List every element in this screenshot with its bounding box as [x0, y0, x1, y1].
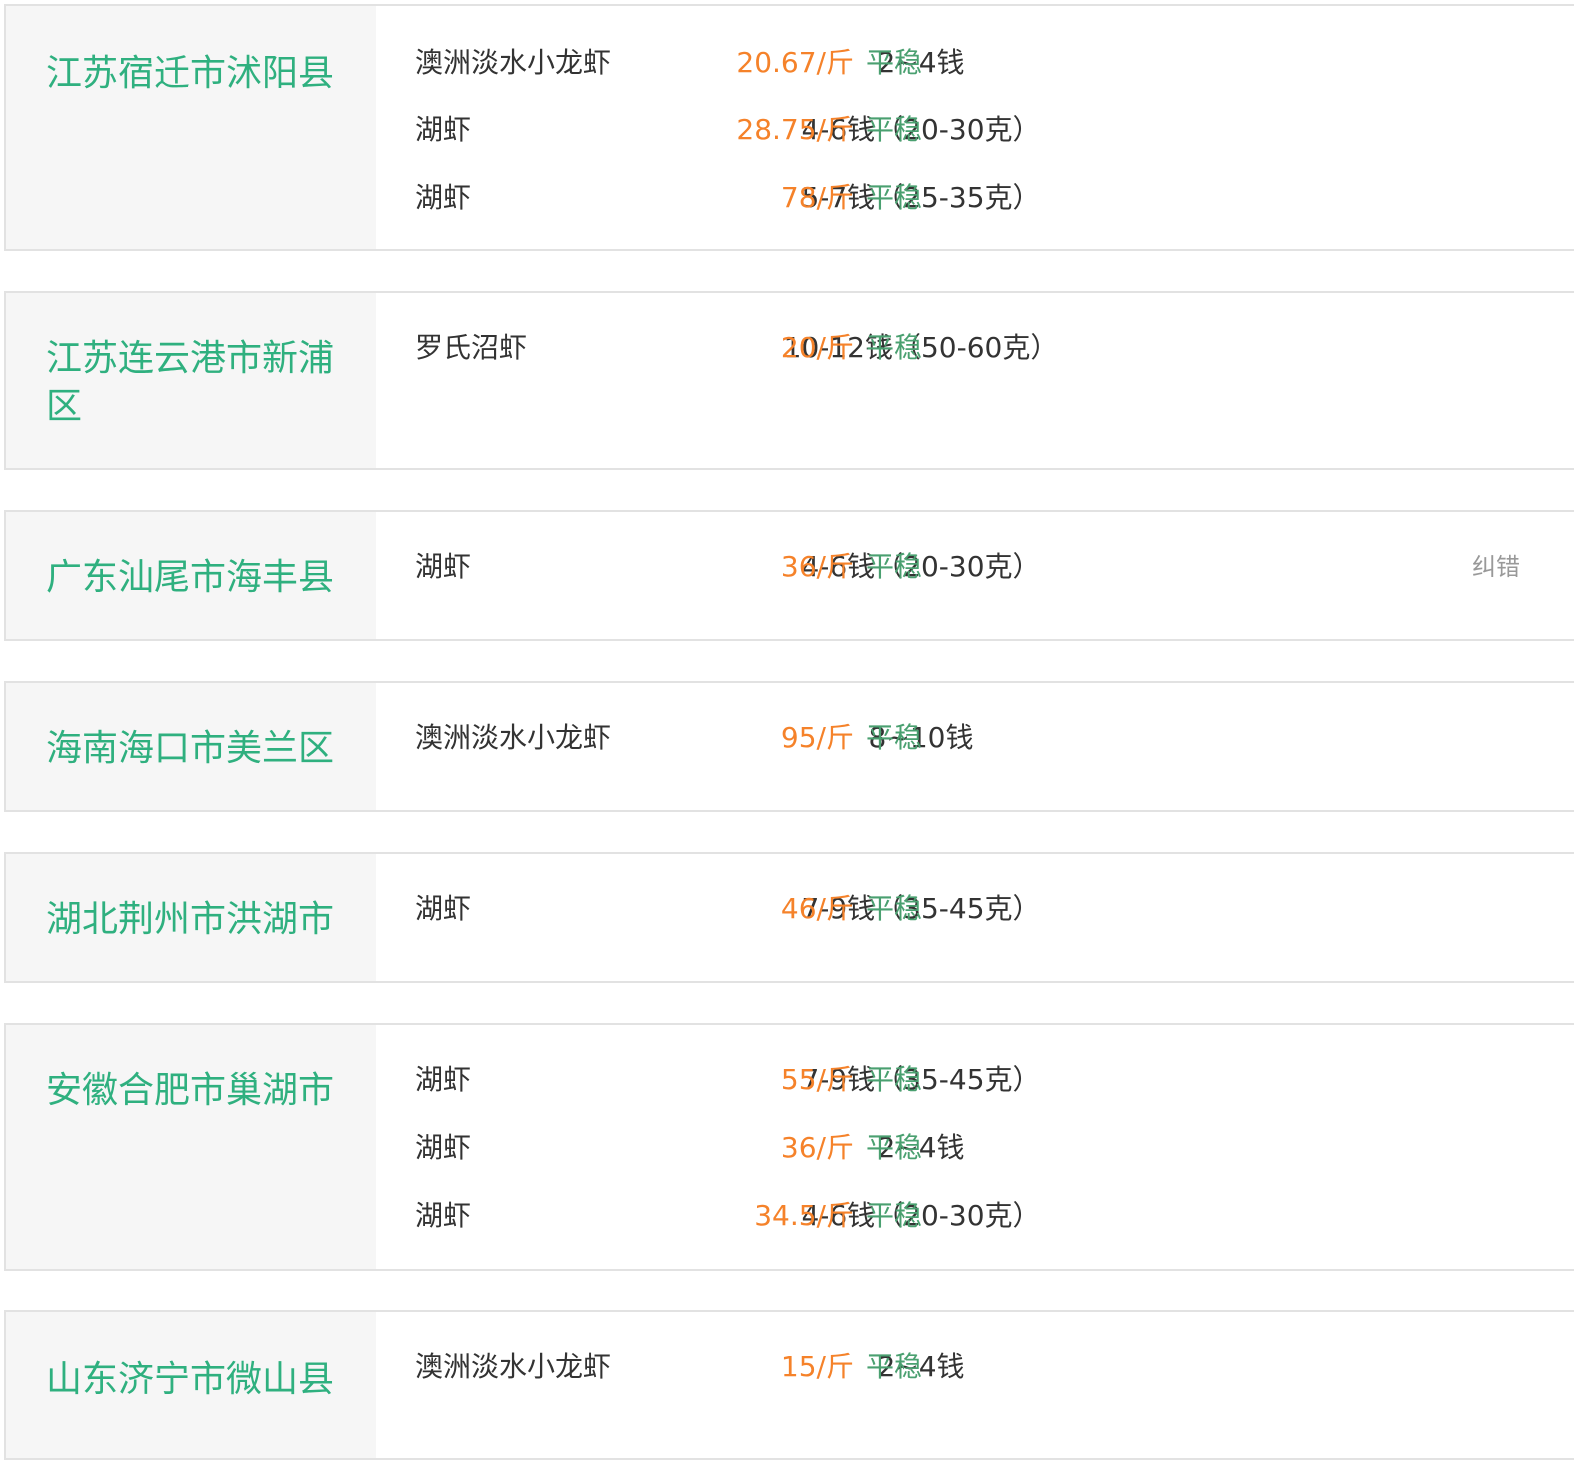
shrimp-type: 澳洲淡水小龙虾 [415, 721, 612, 754]
shrimp-type: 湖虾 [415, 892, 472, 925]
price-row: 湖虾 5-7钱（25-35克） 78/斤 平稳 [376, 178, 1574, 218]
price-row: 湖虾 4-6钱（20-30克） 34.5/斤 平稳 [376, 1196, 1574, 1236]
price-card: 江苏宿迁市沭阳县 澳洲淡水小龙虾 2~4钱 20.67/斤 平稳 湖虾 4-6钱（… [4, 4, 1574, 251]
price-card: 江苏连云港市新浦区 罗氏沼虾 10-12钱（50-60克） 20/斤 平稳 [4, 291, 1574, 470]
shrimp-type: 湖虾 [415, 1063, 472, 1096]
price-card: 湖北荆州市洪湖市 湖虾 7-9钱（35-45克） 46/斤 平稳 [4, 852, 1574, 983]
price-row: 澳洲淡水小龙虾 2~4钱 15/斤 平稳 [376, 1347, 1574, 1387]
trend-label: 平稳 [865, 331, 922, 364]
price-card: 安徽合肥市巢湖市 湖虾 7-9钱（35-45克） 55/斤 平稳 湖虾 2~4钱 … [4, 1023, 1574, 1271]
price-card: 山东济宁市微山县 澳洲淡水小龙虾 2~4钱 15/斤 平稳 [4, 1310, 1574, 1460]
price-value: 20/斤 [780, 331, 854, 364]
price-value: 15/斤 [780, 1350, 854, 1383]
price-row: 澳洲淡水小龙虾 8~10钱 95/斤 平稳 [376, 718, 1574, 758]
location-cell: 湖北荆州市洪湖市 [6, 854, 376, 981]
shrimp-type: 罗氏沼虾 [415, 331, 528, 364]
location-name[interactable]: 江苏连云港市新浦区 [46, 335, 346, 431]
trend-label: 平稳 [865, 892, 922, 925]
price-cell: 36/斤 平稳 [622, 547, 922, 587]
location-name[interactable]: 江苏宿迁市沭阳县 [46, 50, 346, 98]
shrimp-type: 澳洲淡水小龙虾 [415, 46, 612, 79]
shrimp-type: 湖虾 [415, 550, 472, 583]
trend-label: 平稳 [865, 1350, 922, 1383]
price-row: 湖虾 7-9钱（35-45克） 55/斤 平稳 [376, 1060, 1574, 1100]
trend-label: 平稳 [865, 113, 922, 146]
price-value: 36/斤 [780, 550, 854, 583]
price-cell: 46/斤 平稳 [622, 889, 922, 929]
price-value: 46/斤 [780, 892, 854, 925]
shrimp-type: 湖虾 [415, 1131, 472, 1164]
location-name[interactable]: 安徽合肥市巢湖市 [46, 1067, 346, 1115]
trend-label: 平稳 [865, 1199, 922, 1232]
price-value: 28.75/斤 [736, 113, 854, 146]
price-row: 罗氏沼虾 10-12钱（50-60克） 20/斤 平稳 [376, 328, 1574, 368]
price-cell: 95/斤 平稳 [622, 718, 922, 758]
price-cell: 78/斤 平稳 [622, 178, 922, 218]
location-cell: 江苏连云港市新浦区 [6, 293, 376, 468]
trend-label: 平稳 [865, 181, 922, 214]
price-value: 34.5/斤 [754, 1199, 854, 1232]
price-cell: 28.75/斤 平稳 [622, 110, 922, 150]
trend-label: 平稳 [865, 550, 922, 583]
location-name[interactable]: 广东汕尾市海丰县 [46, 554, 346, 602]
price-value: 78/斤 [780, 181, 854, 214]
location-name[interactable]: 湖北荆州市洪湖市 [46, 896, 346, 944]
shrimp-type: 澳洲淡水小龙虾 [415, 1350, 612, 1383]
trend-label: 平稳 [865, 1131, 922, 1164]
price-cell: 20/斤 平稳 [622, 328, 922, 368]
price-cell: 15/斤 平稳 [622, 1347, 922, 1387]
trend-label: 平稳 [865, 46, 922, 79]
price-row: 湖虾 4-6钱（20-30克） 28.75/斤 平稳 [376, 110, 1574, 150]
shrimp-type: 湖虾 [415, 113, 472, 146]
report-error-link[interactable]: 纠错 [1472, 547, 1520, 587]
location-name[interactable]: 海南海口市美兰区 [46, 725, 346, 773]
price-cell: 34.5/斤 平稳 [622, 1196, 922, 1236]
location-cell: 安徽合肥市巢湖市 [6, 1025, 376, 1269]
location-cell: 广东汕尾市海丰县 [6, 512, 376, 639]
location-cell: 江苏宿迁市沭阳县 [6, 6, 376, 249]
trend-label: 平稳 [865, 721, 922, 754]
location-name[interactable]: 山东济宁市微山县 [46, 1356, 346, 1404]
price-cell: 55/斤 平稳 [622, 1060, 922, 1100]
price-card: 海南海口市美兰区 澳洲淡水小龙虾 8~10钱 95/斤 平稳 [4, 681, 1574, 812]
price-value: 95/斤 [780, 721, 854, 754]
price-value: 36/斤 [780, 1131, 854, 1164]
trend-label: 平稳 [865, 1063, 922, 1096]
price-row: 湖虾 4-6钱（20-30克） 36/斤 平稳 纠错 [376, 547, 1574, 587]
shrimp-type: 湖虾 [415, 181, 472, 214]
location-cell: 山东济宁市微山县 [6, 1312, 376, 1458]
price-value: 55/斤 [780, 1063, 854, 1096]
price-value: 20.67/斤 [736, 46, 854, 79]
price-row: 湖虾 7-9钱（35-45克） 46/斤 平稳 [376, 889, 1574, 929]
shrimp-type: 湖虾 [415, 1199, 472, 1232]
price-cell: 36/斤 平稳 [622, 1128, 922, 1168]
location-cell: 海南海口市美兰区 [6, 683, 376, 810]
price-cell: 20.67/斤 平稳 [622, 43, 922, 83]
price-row: 澳洲淡水小龙虾 2~4钱 20.67/斤 平稳 [376, 43, 1574, 83]
price-card: 广东汕尾市海丰县 湖虾 4-6钱（20-30克） 36/斤 平稳 纠错 [4, 510, 1574, 641]
price-row: 湖虾 2~4钱 36/斤 平稳 [376, 1128, 1574, 1168]
